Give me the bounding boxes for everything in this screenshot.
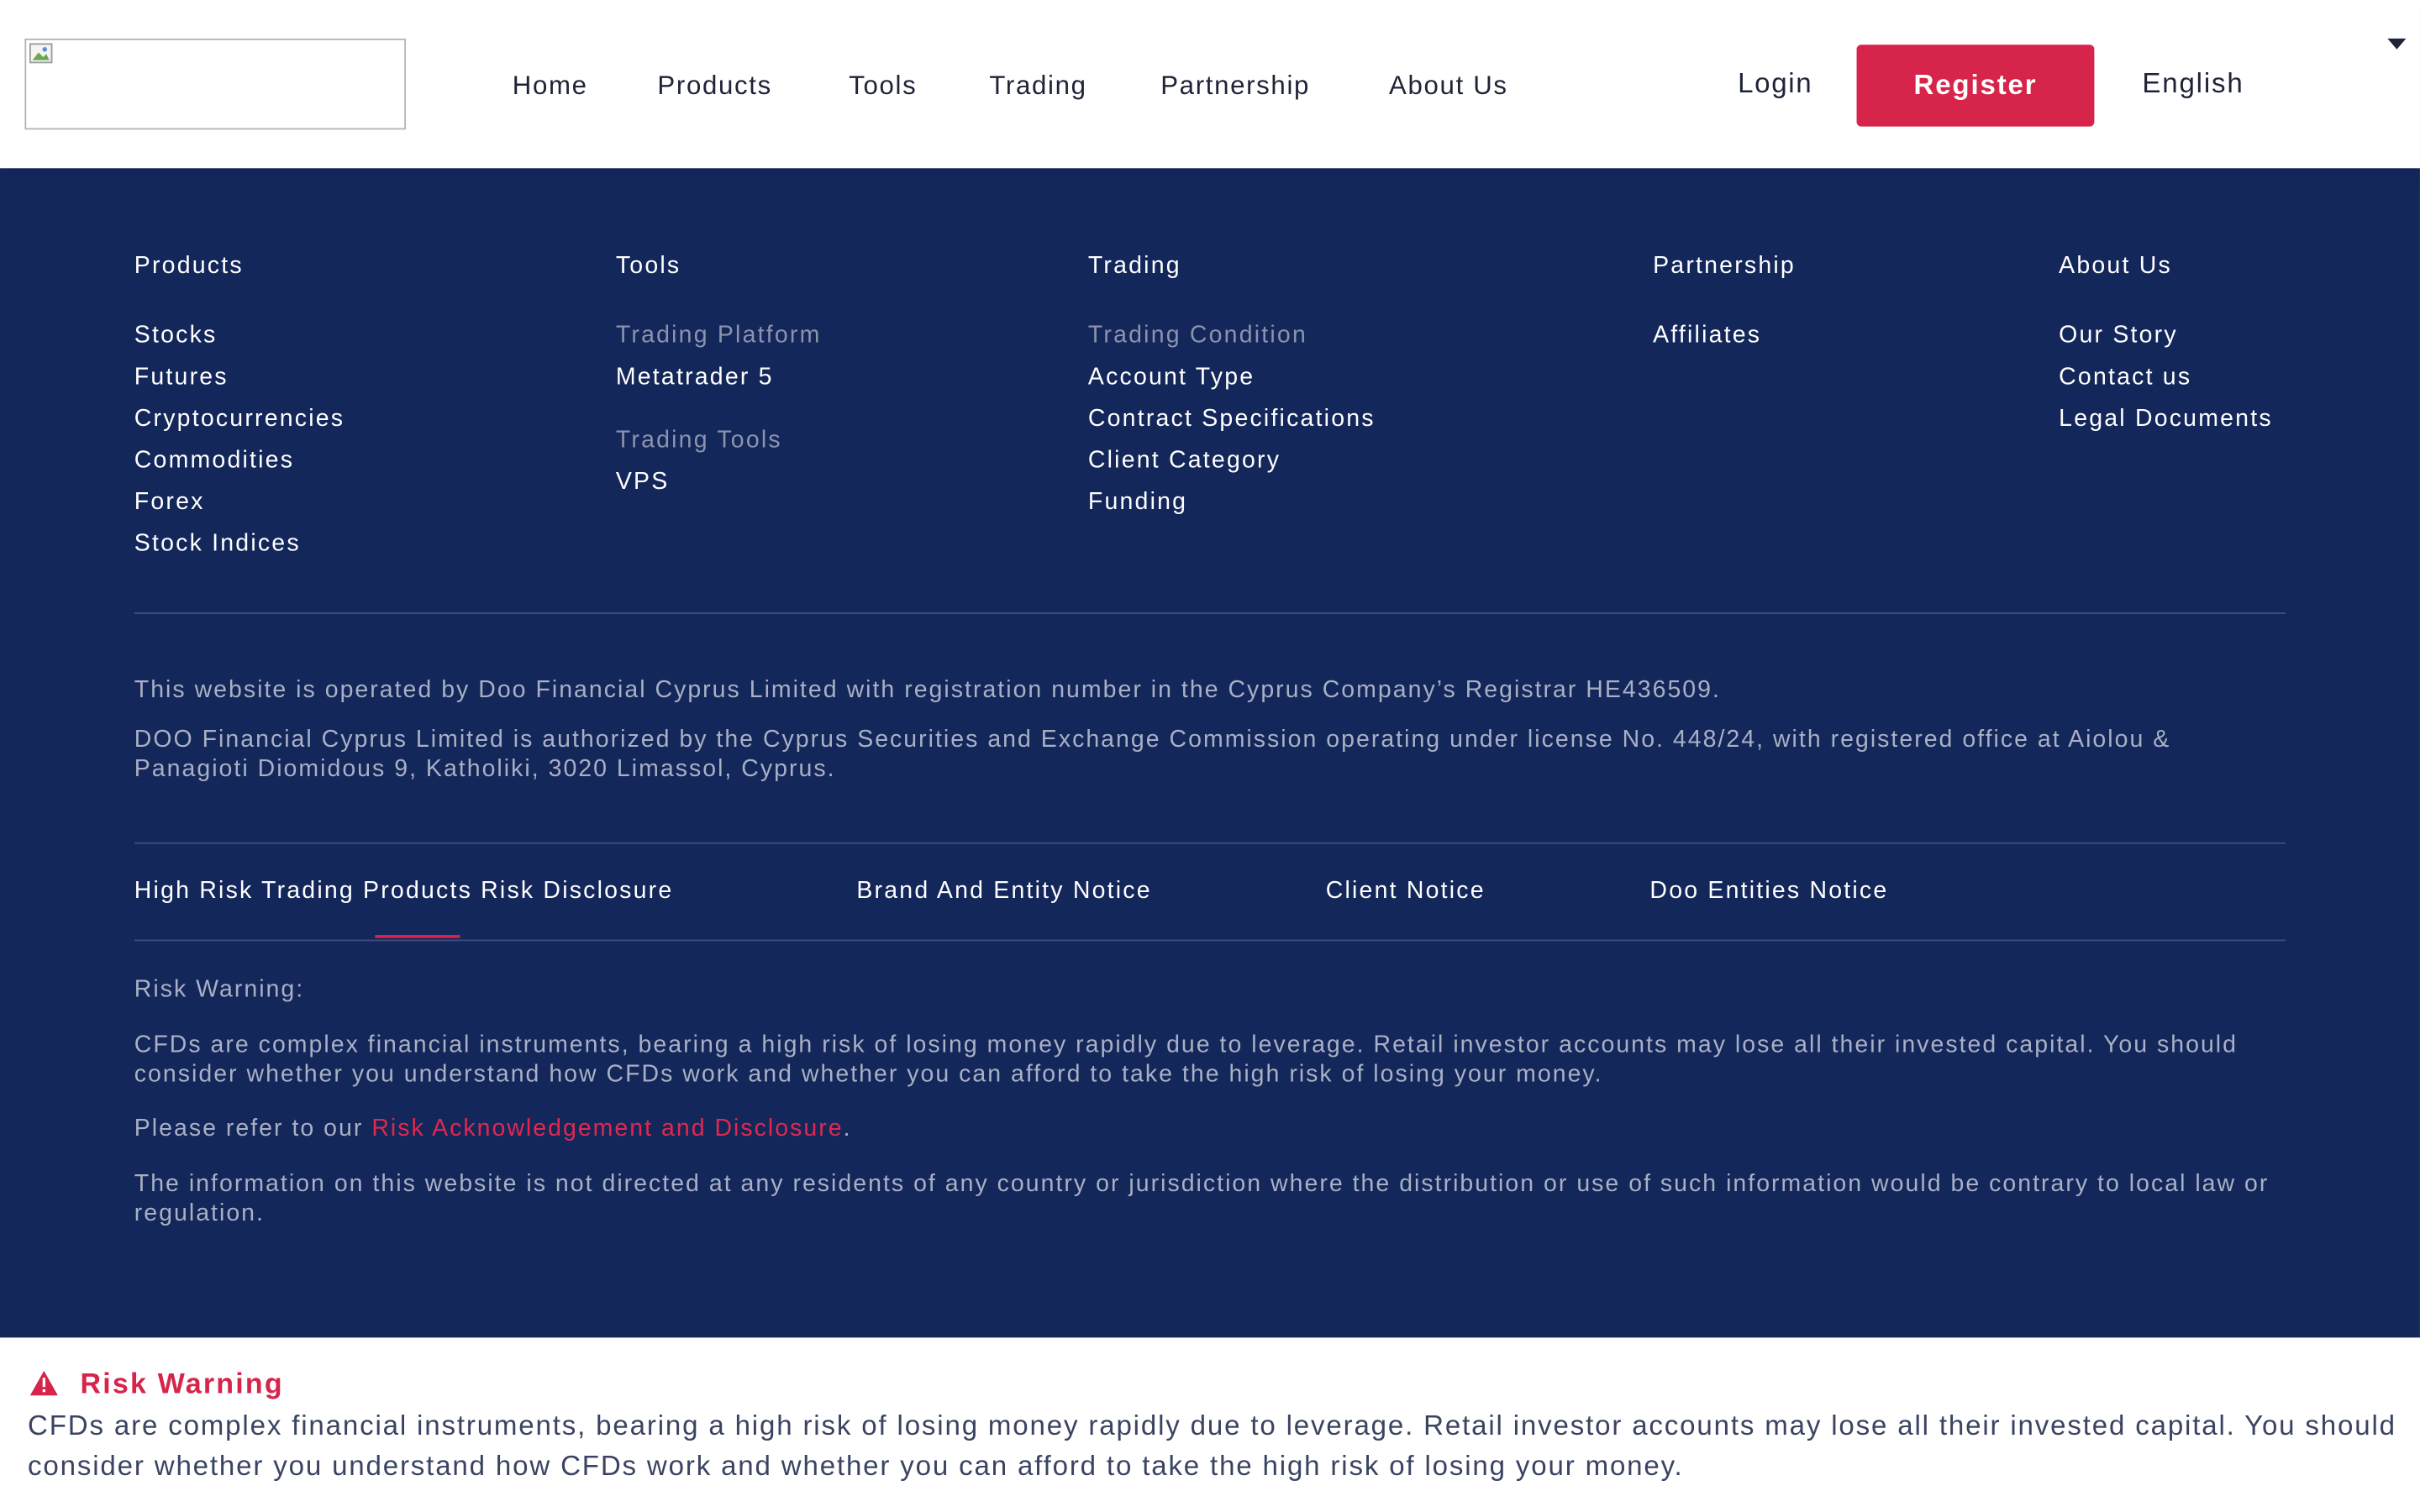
warning-icon xyxy=(29,1370,58,1396)
nav-tools[interactable]: Tools xyxy=(849,71,917,102)
footer-group-label: Trading Tools xyxy=(615,427,782,454)
caret-down-icon[interactable] xyxy=(2387,38,2407,50)
footer-link-cryptocurrencies[interactable]: Cryptocurrencies xyxy=(134,406,345,433)
tab-doo-entities-notice[interactable]: Doo Entities Notice xyxy=(1649,878,1888,906)
legal-authorized-text: DOO Financial Cyprus Limited is authoriz… xyxy=(134,727,2171,783)
jurisdiction-text: The information on this website is not d… xyxy=(134,1171,2270,1227)
footer-link-stock-indices[interactable]: Stock Indices xyxy=(134,531,301,559)
nav-products[interactable]: Products xyxy=(657,71,771,102)
risk-warning-heading: Risk Warning: xyxy=(134,976,305,1003)
footer-col-title: Products xyxy=(134,253,244,280)
footer-link-commodities[interactable]: Commodities xyxy=(134,448,294,475)
risk-refer-suffix: . xyxy=(843,1115,852,1142)
risk-refer-prefix: Please refer to our xyxy=(134,1115,372,1142)
tab-brand-entity-notice[interactable]: Brand And Entity Notice xyxy=(856,878,1151,906)
broken-image-icon xyxy=(29,43,53,64)
footer-link-metatrader-5[interactable]: Metatrader 5 xyxy=(616,364,774,391)
footer-link-legal-documents[interactable]: Legal Documents xyxy=(2059,406,2273,433)
footer-group-label: Trading Platform xyxy=(615,322,822,349)
footer-col-title: About Us xyxy=(2059,253,2172,280)
risk-disclosure-link[interactable]: Risk Acknowledgement and Disclosure xyxy=(371,1116,843,1142)
risk-refer-line: Please refer to our Risk Acknowledgement… xyxy=(134,1114,2286,1143)
footer-link-futures[interactable]: Futures xyxy=(134,364,229,391)
footer-link-client-category[interactable]: Client Category xyxy=(1088,448,1281,475)
page: Home Products Tools Trading Partnership … xyxy=(0,0,2420,1512)
footer-link-affiliates[interactable]: Affiliates xyxy=(1653,323,1761,350)
footer-col-title: Partnership xyxy=(1653,253,1796,280)
footer-col-title: Tools xyxy=(615,253,681,280)
footer-divider xyxy=(134,612,2286,615)
footer-link-account-type[interactable]: Account Type xyxy=(1088,364,1255,391)
register-button[interactable]: Register xyxy=(1856,45,2095,127)
site-logo[interactable] xyxy=(24,38,407,130)
tab-client-notice[interactable]: Client Notice xyxy=(1326,878,1486,906)
risk-warning-body: CFDs are complex financial instruments, … xyxy=(134,1032,2238,1088)
footer-group-label: Trading Condition xyxy=(1087,322,1308,349)
site-header: Home Products Tools Trading Partnership … xyxy=(0,0,2420,169)
banner-text: CFDs are complex financial instruments, … xyxy=(28,1410,2396,1482)
tabs-divider xyxy=(134,939,2286,942)
footer-link-stocks[interactable]: Stocks xyxy=(134,323,218,350)
nav-partnership[interactable]: Partnership xyxy=(1160,71,1310,102)
footer-link-contract-specifications[interactable]: Contract Specifications xyxy=(1088,406,1376,433)
banner-title: Risk Warning xyxy=(80,1367,284,1399)
language-selector[interactable]: English xyxy=(2142,68,2244,101)
active-tab-indicator xyxy=(375,935,460,938)
footer-link-contact-us[interactable]: Contact us xyxy=(2059,364,2191,391)
nav-about-us[interactable]: About Us xyxy=(1389,71,1508,102)
footer-link-our-story[interactable]: Our Story xyxy=(2059,323,2178,350)
nav-trading[interactable]: Trading xyxy=(989,71,1086,102)
footer-col-title: Trading xyxy=(1087,253,1181,280)
footer-link-funding[interactable]: Funding xyxy=(1088,489,1187,517)
login-link[interactable]: Login xyxy=(1738,68,1812,101)
footer-link-vps[interactable]: VPS xyxy=(616,469,670,496)
footer-divider xyxy=(134,842,2286,844)
footer-link-forex[interactable]: Forex xyxy=(134,489,205,517)
nav-home[interactable]: Home xyxy=(513,71,588,102)
tab-high-risk-disclosure[interactable]: High Risk Trading Products Risk Disclosu… xyxy=(134,878,674,906)
legal-operated-text: This website is operated by Doo Financia… xyxy=(134,677,1721,704)
